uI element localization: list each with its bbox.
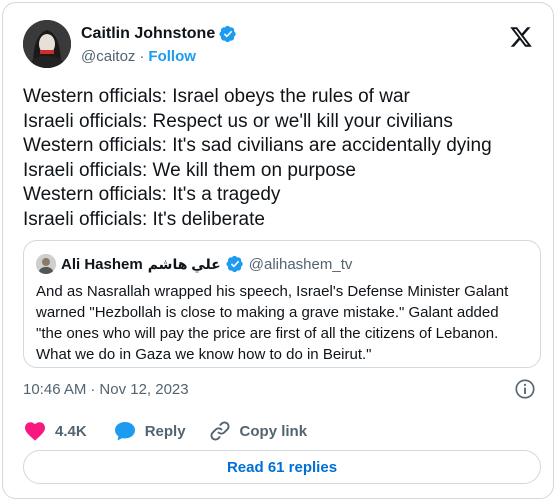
quoted-tweet-line: What we do in Gaza we know how to do in …	[36, 346, 372, 363]
read-replies-label: Read 61 replies	[226, 458, 338, 476]
quoted-tweet-line: warned "Hezbollah is close to making a g…	[36, 304, 499, 321]
author-avatar[interactable]	[23, 20, 71, 68]
tweet-date: Nov 12, 2023	[99, 381, 189, 398]
copy-link-button[interactable]: Copy link	[208, 419, 308, 443]
tweet-line: Western officials: It's a tragedy	[23, 184, 281, 206]
quoted-author-name: Ali Hashem	[61, 255, 143, 273]
tweet-line: Israeli officials: We kill them on purpo…	[23, 159, 357, 181]
timestamp-separator: ·	[90, 381, 96, 398]
reply-label: Reply	[144, 422, 186, 440]
link-icon	[210, 421, 230, 441]
tweet-header: Caitlin Johnstone @caitoz · Follow	[23, 19, 535, 75]
quoted-author-avatar	[36, 254, 56, 274]
quoted-tweet-line: "the ones who will pay the price are fir…	[36, 325, 499, 342]
verified-badge-icon	[219, 25, 237, 43]
tweet-timestamp[interactable]: 10:46 AM · Nov 12, 2023	[23, 381, 189, 398]
tweet-actions: 4.4K Reply Copy link	[23, 419, 307, 443]
like-button[interactable]: 4.4K	[23, 419, 87, 443]
copy-link-label: Copy link	[239, 422, 308, 440]
tweet-time: 10:46 AM	[23, 381, 87, 398]
author-handle-row: @caitoz · Follow	[81, 48, 196, 65]
tweet-text: Western officials: Israel obeys the rule…	[23, 85, 543, 233]
tweet-line: Western officials: Israel obeys the rule…	[23, 86, 410, 107]
quoted-tweet-line: And as Nasrallah wrapped his speech, Isr…	[36, 283, 509, 300]
author-name-row: Caitlin Johnstone	[81, 25, 237, 43]
quoted-tweet[interactable]: Ali Hashem علي هاشم @alihashem_tv And as…	[23, 240, 541, 368]
info-icon[interactable]	[514, 378, 536, 400]
quoted-author-name-arabic: علي هاشم	[147, 255, 221, 272]
quoted-tweet-header: Ali Hashem علي هاشم @alihashem_tv	[36, 254, 352, 274]
quoted-author-handle: @alihashem_tv	[248, 255, 353, 273]
quoted-tweet-text: And as Nasrallah wrapped his speech, Isr…	[36, 281, 532, 365]
tweet-line: Israeli officials: Respect us or we'll k…	[23, 110, 453, 132]
reply-button[interactable]: Reply	[113, 419, 186, 443]
author-name[interactable]: Caitlin Johnstone	[81, 25, 215, 43]
tweet-card: Caitlin Johnstone @caitoz · Follow Weste…	[2, 2, 554, 499]
handle-separator: ·	[139, 48, 145, 65]
reply-bubble-icon	[114, 422, 135, 441]
tweet-line: Western officials: It's sad civilians ar…	[23, 135, 492, 157]
author-handle[interactable]: @caitoz	[81, 48, 135, 65]
tweet-line: Israeli officials: It's deliberate	[23, 208, 265, 230]
like-count: 4.4K	[55, 422, 87, 440]
heart-icon	[25, 422, 45, 441]
read-replies-button[interactable]: Read 61 replies	[23, 450, 541, 484]
follow-button[interactable]: Follow	[148, 48, 196, 65]
verified-badge-icon	[226, 255, 244, 273]
x-logo-icon[interactable]	[509, 25, 533, 49]
